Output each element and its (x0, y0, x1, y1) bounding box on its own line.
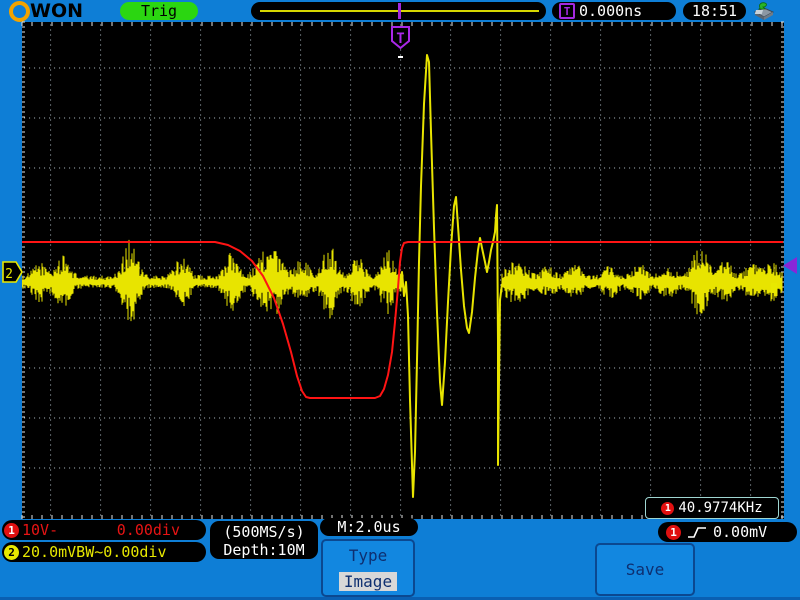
channel-1-scale: 10V- (22, 521, 59, 539)
frequency-value: 40.9774KHz (678, 500, 763, 516)
memory-depth-value: Depth:10M (223, 541, 305, 559)
channel-2-readout-pill: 2 20.0mVBW~0.00div (2, 542, 206, 562)
channel-2-badge: 2 (4, 544, 19, 560)
frequency-counter-badge: 1 40.9774KHz (645, 497, 779, 519)
channel-1-badge: 1 (661, 501, 675, 515)
timebase-value: M:2.0us (337, 518, 401, 536)
ch2-edge-marker (771, 283, 777, 293)
type-image-button[interactable]: Type Image (321, 539, 415, 597)
channel-1-badge: 1 (666, 524, 681, 540)
type-button-title: Type (348, 545, 388, 565)
save-button[interactable]: Save (595, 543, 695, 596)
channel-1-readout-pill: 1 10V- 0.00div (2, 520, 206, 540)
timebase-pill: M:2.0us (320, 518, 418, 536)
trigger-level-marker[interactable] (783, 257, 797, 274)
sample-rate-value: (500MS/s) (223, 523, 305, 541)
rising-edge-icon (688, 527, 706, 538)
trigger-position-label: T (396, 31, 404, 47)
save-button-label: Save (625, 560, 665, 579)
channel-2-scale-offset: 20.0mVBW~0.00div (22, 543, 167, 561)
trigger-position-tick (398, 56, 403, 58)
acquisition-info-box: (500MS/s) Depth:10M (210, 521, 318, 559)
oscilloscope-screen: WON Trig T 0.000ns 18:51 T2 1 40.9774KHz… (0, 0, 800, 600)
ch2-position-label: 2 (5, 267, 13, 282)
trigger-level-pill: 1 0.00mV (658, 522, 797, 542)
type-button-value: Image (338, 571, 398, 591)
channel-1-offset: 0.00div (116, 521, 180, 539)
trigger-level-value: 0.00mV (713, 523, 768, 541)
channel-1-badge: 1 (4, 522, 19, 538)
